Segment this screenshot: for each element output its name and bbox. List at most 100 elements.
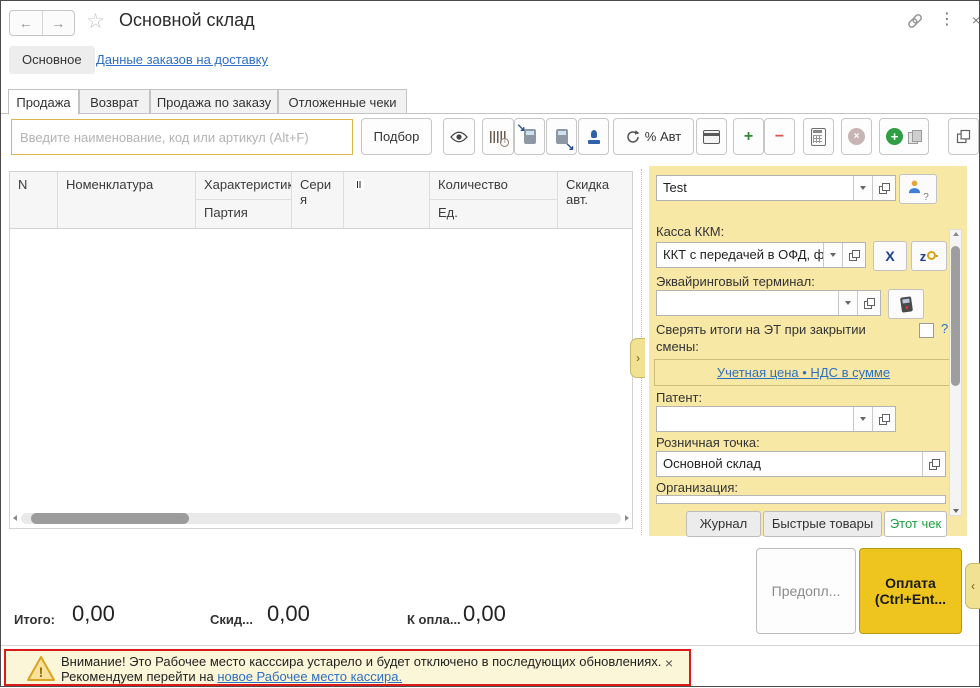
- warning-triangle-icon: !: [26, 655, 56, 688]
- column-header-marking[interactable]: [344, 172, 430, 228]
- organization-field-clipped[interactable]: [656, 495, 946, 504]
- total-value: 0,00: [72, 601, 115, 627]
- column-header-batch[interactable]: Партия: [196, 200, 292, 228]
- favorite-star-icon[interactable]: ☆: [86, 9, 105, 33]
- retail-open-button[interactable]: [922, 452, 945, 476]
- price-settings-link[interactable]: Учетная цена • НДС в сумме: [717, 365, 890, 380]
- pay-button[interactable]: Оплата (Ctrl+Ent...: [859, 548, 962, 634]
- warning-close-icon[interactable]: ×: [665, 655, 673, 671]
- forward-arrow-icon: →: [51, 15, 65, 31]
- pos-terminal-button[interactable]: [888, 289, 924, 319]
- tab-sale-by-order[interactable]: Продажа по заказу: [150, 89, 278, 114]
- cashier-field[interactable]: Test: [656, 175, 896, 201]
- column-header-characteristic[interactable]: Характеристика: [196, 172, 292, 200]
- cashier-settings-panel: Test ? Касса ККМ: ККТ с передачей в ОФД,…: [649, 166, 967, 536]
- prepayment-button[interactable]: Предопл...: [756, 548, 856, 634]
- scrollbar-track[interactable]: [21, 513, 621, 524]
- tab-deferred-receipts[interactable]: Отложенные чеки: [278, 89, 407, 114]
- remove-row-button[interactable]: −: [764, 118, 795, 155]
- auto-discount-label: % Авт: [645, 129, 681, 144]
- terminal-load-button[interactable]: [514, 118, 545, 155]
- tab-return[interactable]: Возврат: [79, 89, 150, 114]
- kkm-z-report-button[interactable]: z: [911, 241, 947, 271]
- scroll-right-icon[interactable]: [625, 515, 629, 521]
- link-icon[interactable]: [906, 12, 924, 35]
- verify-totals-checkbox[interactable]: [919, 323, 934, 338]
- calculator-icon: [811, 128, 826, 146]
- kkm-open-button[interactable]: [842, 243, 865, 267]
- add-row-button[interactable]: +: [733, 118, 764, 155]
- close-icon[interactable]: ×: [972, 12, 980, 28]
- terminal-dropdown-button[interactable]: [838, 291, 857, 315]
- x-report-icon: X: [885, 248, 894, 264]
- back-button[interactable]: ←: [10, 11, 43, 35]
- scroll-left-icon[interactable]: [13, 515, 17, 521]
- pay-button-line1: Оплата: [885, 575, 936, 591]
- discount-label: Скид...: [210, 612, 253, 627]
- right-panel-expand-handle[interactable]: ‹: [965, 563, 980, 609]
- add-circle-icon: +: [886, 128, 903, 145]
- tab-main[interactable]: Основное: [9, 46, 95, 74]
- acquiring-terminal-value: [657, 291, 838, 315]
- patent-dropdown-button[interactable]: [853, 407, 872, 431]
- warning-text-line1: Внимание! Это Рабочее место касссира уст…: [61, 654, 661, 669]
- auto-discount-button[interactable]: % Авт: [613, 118, 694, 155]
- pick-button[interactable]: Подбор: [361, 118, 432, 155]
- retail-point-field[interactable]: Основной склад: [656, 451, 946, 477]
- patent-field[interactable]: [656, 406, 896, 432]
- help-question-mark[interactable]: ?: [941, 321, 948, 336]
- more-menu-icon[interactable]: ⋮: [939, 9, 955, 28]
- cashier-info-button[interactable]: ?: [899, 174, 937, 204]
- terminal-unload-button[interactable]: [546, 118, 577, 155]
- acquiring-terminal-field[interactable]: [656, 290, 881, 316]
- barcode-scan-button[interactable]: [482, 118, 514, 155]
- retail-point-value: Основной склад: [657, 452, 922, 476]
- terminal-out-icon: [556, 129, 568, 144]
- new-receipt-button[interactable]: +: [879, 118, 929, 155]
- deprecation-warning-banner: ! Внимание! Это Рабочее место касссира у…: [4, 649, 691, 686]
- panel-scroll-track[interactable]: [951, 238, 960, 507]
- kkm-x-report-button[interactable]: X: [873, 241, 907, 271]
- open-form-icon: [879, 183, 890, 194]
- forward-button[interactable]: →: [43, 11, 75, 35]
- column-header-n[interactable]: N: [10, 172, 58, 228]
- kkm-field[interactable]: ККТ с передачей в ОФД, ф: [656, 242, 866, 268]
- card-icon: [703, 130, 720, 144]
- cancel-receipt-button[interactable]: ×: [841, 118, 872, 155]
- view-button[interactable]: [443, 118, 475, 155]
- column-header-quantity[interactable]: Количество: [430, 172, 558, 200]
- minus-icon: −: [775, 128, 784, 146]
- open-form-icon: [879, 414, 890, 425]
- panel-tab-journal[interactable]: Журнал: [686, 511, 761, 537]
- patent-open-button[interactable]: [872, 407, 895, 431]
- delivery-orders-link[interactable]: Данные заказов на доставку: [96, 52, 268, 67]
- cashier-value: Test: [657, 176, 853, 200]
- column-header-auto-discount[interactable]: Скидка авт.: [558, 172, 632, 228]
- search-input[interactable]: [11, 119, 353, 155]
- column-header-unit[interactable]: Ед.: [430, 200, 558, 228]
- panel-vertical-scrollbar[interactable]: [949, 229, 962, 516]
- open-window-button[interactable]: [948, 118, 979, 155]
- open-window-icon: [957, 130, 970, 143]
- panel-tab-quick-goods[interactable]: Быстрые товары: [763, 511, 882, 537]
- terminal-open-button[interactable]: [857, 291, 880, 315]
- panel-scroll-thumb[interactable]: [951, 246, 960, 386]
- horizontal-scrollbar[interactable]: [13, 511, 629, 525]
- stamp-button[interactable]: [578, 118, 609, 155]
- kkm-dropdown-button[interactable]: [823, 243, 842, 267]
- column-header-nomenclature[interactable]: Номенклатура: [58, 172, 196, 228]
- scrollbar-thumb[interactable]: [31, 513, 189, 524]
- panel-tab-this-receipt[interactable]: Этот чек: [884, 511, 947, 537]
- calculator-button[interactable]: [803, 118, 834, 155]
- tab-sale[interactable]: Продажа: [8, 89, 79, 115]
- scroll-down-icon[interactable]: [953, 509, 959, 513]
- cashier-open-button[interactable]: [872, 176, 895, 200]
- new-cashier-workplace-link[interactable]: новое Рабочее место кассира.: [217, 669, 402, 684]
- panel-collapse-handle[interactable]: ›: [630, 338, 645, 378]
- card-button[interactable]: [696, 118, 727, 155]
- column-header-series[interactable]: Серия: [292, 172, 344, 228]
- kkm-label: Касса ККМ:: [656, 224, 724, 239]
- scroll-up-icon[interactable]: [953, 232, 959, 236]
- cashier-dropdown-button[interactable]: [853, 176, 872, 200]
- kkm-value: ККТ с передачей в ОФД, ф: [657, 243, 823, 267]
